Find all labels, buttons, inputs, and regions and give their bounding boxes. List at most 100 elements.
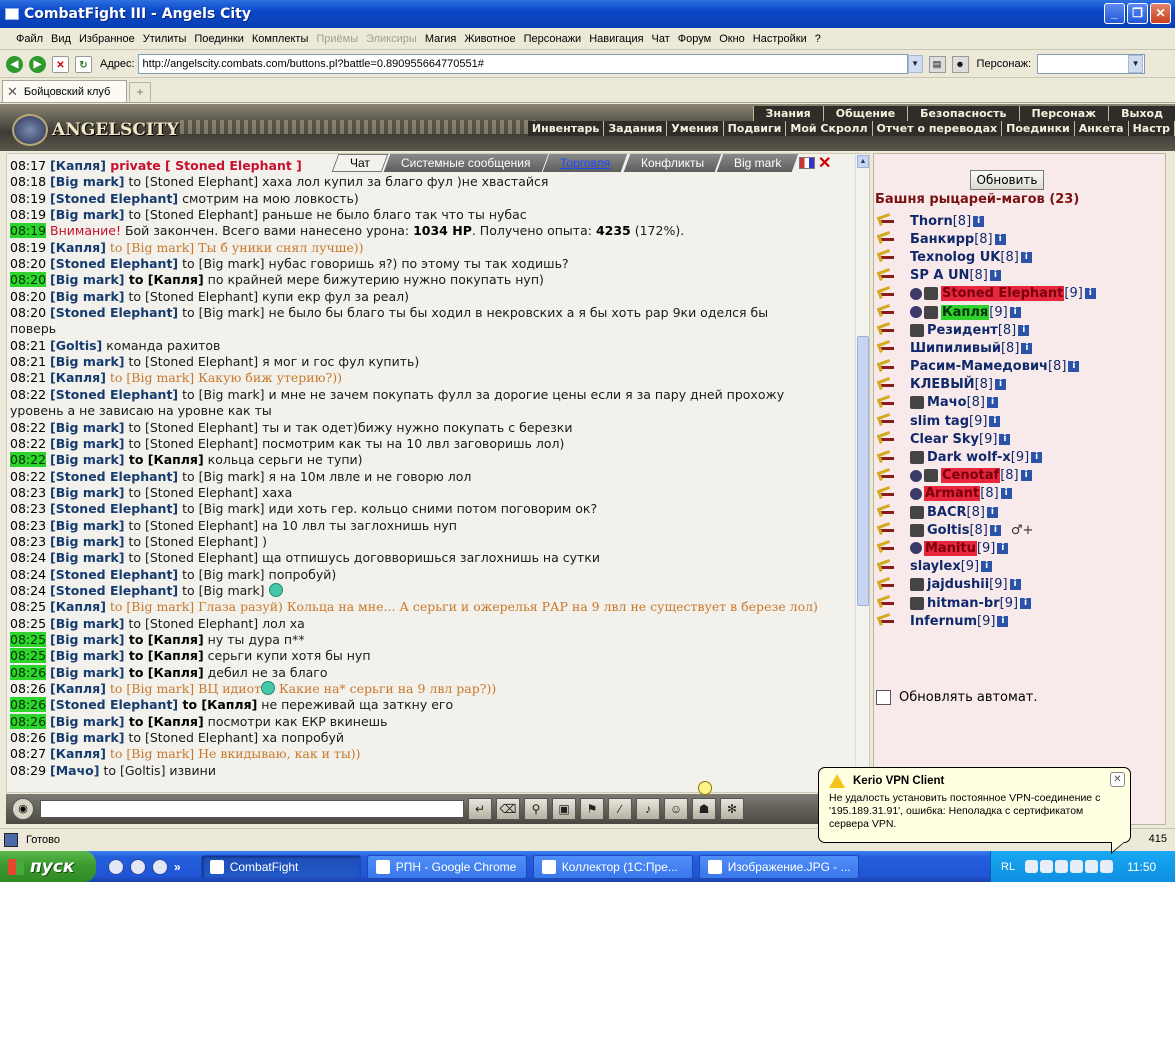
user-name[interactable]: Банкирр [910, 232, 974, 247]
message-author[interactable]: [Big mark] [50, 730, 124, 745]
private-message-icon[interactable] [878, 469, 900, 483]
menu-item[interactable]: Магия [425, 33, 457, 45]
private-message-icon[interactable] [878, 523, 900, 537]
user-name[interactable]: Infernum [910, 614, 977, 629]
user-row[interactable]: Texnolog UK [8] i [878, 248, 1163, 266]
message-author[interactable]: [Stoned Elephant] [50, 469, 178, 484]
message-author[interactable]: [Stoned Elephant] [50, 501, 178, 516]
banner-submenu-item[interactable]: Отчет о переводах [873, 121, 1003, 136]
message-author[interactable]: [Big mark] [50, 436, 124, 451]
user-row[interactable]: Банкирр [8] i [878, 230, 1163, 248]
message-author[interactable]: [Stoned Elephant] [50, 583, 178, 598]
private-message-icon[interactable] [878, 487, 900, 501]
banner-submenu-item[interactable]: Инвентарь [528, 121, 605, 136]
user-row[interactable]: КЛЕВЫЙ [8] i [878, 376, 1163, 394]
banner-submenu-item[interactable]: Анкета [1075, 121, 1129, 136]
message-author[interactable]: [Капля] [50, 240, 106, 255]
translit-icon[interactable]: ∕ [608, 798, 632, 820]
message-author[interactable]: [Big mark] [50, 207, 124, 222]
tab-fight-club[interactable]: ✕ Бойцовский клуб [2, 80, 127, 102]
menu-item[interactable]: Окно [719, 33, 745, 45]
close-tab-icon[interactable]: ✕ [818, 153, 831, 173]
banner-submenu-item[interactable]: Задания [604, 121, 668, 136]
battery-icon[interactable] [1070, 860, 1084, 873]
user-name[interactable]: Thorn [910, 214, 953, 229]
info-icon[interactable]: i [1020, 251, 1032, 263]
banner-submenu-item[interactable]: Настр [1129, 121, 1175, 136]
refresh-icon[interactable]: ↻ [75, 55, 92, 73]
user-name[interactable]: Капля [941, 304, 990, 320]
private-message-icon[interactable] [878, 341, 900, 355]
menu-item[interactable]: Форум [678, 33, 711, 45]
user-row[interactable]: Armant [8] i [878, 485, 1163, 503]
refresh-button[interactable]: Обновить [970, 170, 1044, 190]
info-icon[interactable]: i [1009, 579, 1021, 591]
private-message-icon[interactable] [878, 305, 900, 319]
send-icon[interactable]: ↵ [468, 798, 492, 820]
private-message-icon[interactable] [878, 396, 900, 410]
menu-item[interactable]: Поединки [194, 33, 244, 45]
info-icon[interactable]: i [997, 615, 1009, 627]
tray-arrow-icon[interactable] [1025, 860, 1039, 873]
taskbar-item[interactable]: Изображение.JPG - ... [698, 854, 859, 879]
info-icon[interactable]: i [999, 433, 1011, 445]
message-author[interactable]: [Big mark] [50, 174, 124, 189]
network-icon[interactable] [1040, 860, 1054, 873]
user-row[interactable]: Infernum [9] i [878, 612, 1163, 630]
auto-refresh[interactable]: Обновлять автомат. [876, 690, 1038, 705]
menu-item[interactable]: Настройки [753, 33, 807, 45]
private-message-icon[interactable] [878, 578, 900, 592]
save-icon[interactable]: ▣ [552, 798, 576, 820]
message-author[interactable]: [Мачо] [50, 763, 99, 778]
chat-tab-trade[interactable]: Торговля [543, 154, 628, 172]
menu-item[interactable]: Комплекты [252, 33, 308, 45]
info-icon[interactable]: i [1020, 597, 1032, 609]
private-message-icon[interactable] [878, 414, 900, 428]
user-row[interactable]: Расим-Мамедович [8] i [878, 358, 1163, 376]
banner-menu-item[interactable]: Безопасность [907, 106, 1018, 121]
user-row[interactable]: jajdushii [9] i [878, 576, 1163, 594]
user-name[interactable]: Goltis [927, 523, 969, 538]
info-icon[interactable]: i [989, 415, 1001, 427]
banner-submenu-item[interactable]: Подвиги [724, 121, 787, 136]
info-icon[interactable]: i [986, 506, 998, 518]
info-icon[interactable]: i [994, 379, 1006, 391]
user-row[interactable]: BACR [8] i [878, 503, 1163, 521]
menu-item[interactable]: Вид [51, 33, 71, 45]
user-name[interactable]: slim tag [910, 414, 969, 429]
new-tab-button[interactable]: + [129, 82, 151, 102]
message-author[interactable]: [Капля] [50, 158, 106, 173]
media-icon[interactable] [130, 858, 146, 875]
menu-item[interactable]: Утилиты [143, 33, 187, 45]
balloon-close-button[interactable]: ✕ [1110, 772, 1125, 787]
taskbar-item[interactable]: РПН - Google Chrome [366, 854, 527, 879]
banner-submenu-item[interactable]: Мой Скролл [786, 121, 873, 136]
message-author[interactable]: [Big mark] [50, 485, 124, 500]
message-author[interactable]: [Big mark] [50, 714, 124, 729]
user-name[interactable]: Stoned Elephant [941, 286, 1065, 302]
private-message-icon[interactable] [878, 232, 900, 246]
message-author[interactable]: [Капля] [50, 746, 106, 761]
back-icon[interactable]: ◀ [6, 55, 23, 73]
antivirus-icon[interactable] [1085, 860, 1099, 873]
page-tools-icon[interactable]: ▤ [928, 55, 946, 73]
user-name[interactable]: Clear Sky [910, 432, 979, 447]
banner-menu-item[interactable]: Знания [752, 106, 823, 121]
private-message-icon[interactable] [878, 432, 900, 446]
info-icon[interactable]: i [1084, 288, 1096, 300]
vpn-icon[interactable] [1100, 860, 1114, 873]
info-icon[interactable]: i [1000, 488, 1012, 500]
user-row[interactable]: SP A UN [8] i [878, 267, 1163, 285]
user-row[interactable]: hitman-br [9] i [878, 594, 1163, 612]
info-icon[interactable]: i [989, 524, 1001, 536]
info-icon[interactable]: i [989, 270, 1001, 282]
info-icon[interactable]: i [1021, 342, 1033, 354]
menu-item[interactable]: ? [815, 33, 821, 45]
message-author[interactable]: [Капля] [50, 370, 106, 385]
user-row[interactable]: Clear Sky [9] i [878, 430, 1163, 448]
private-message-icon[interactable] [878, 614, 900, 628]
user-row[interactable]: Cenotaf [8] i [878, 467, 1163, 485]
auto-refresh-checkbox[interactable] [876, 690, 891, 705]
message-author[interactable]: [Big mark] [50, 534, 124, 549]
message-author[interactable]: [Stoned Elephant] [50, 305, 178, 320]
